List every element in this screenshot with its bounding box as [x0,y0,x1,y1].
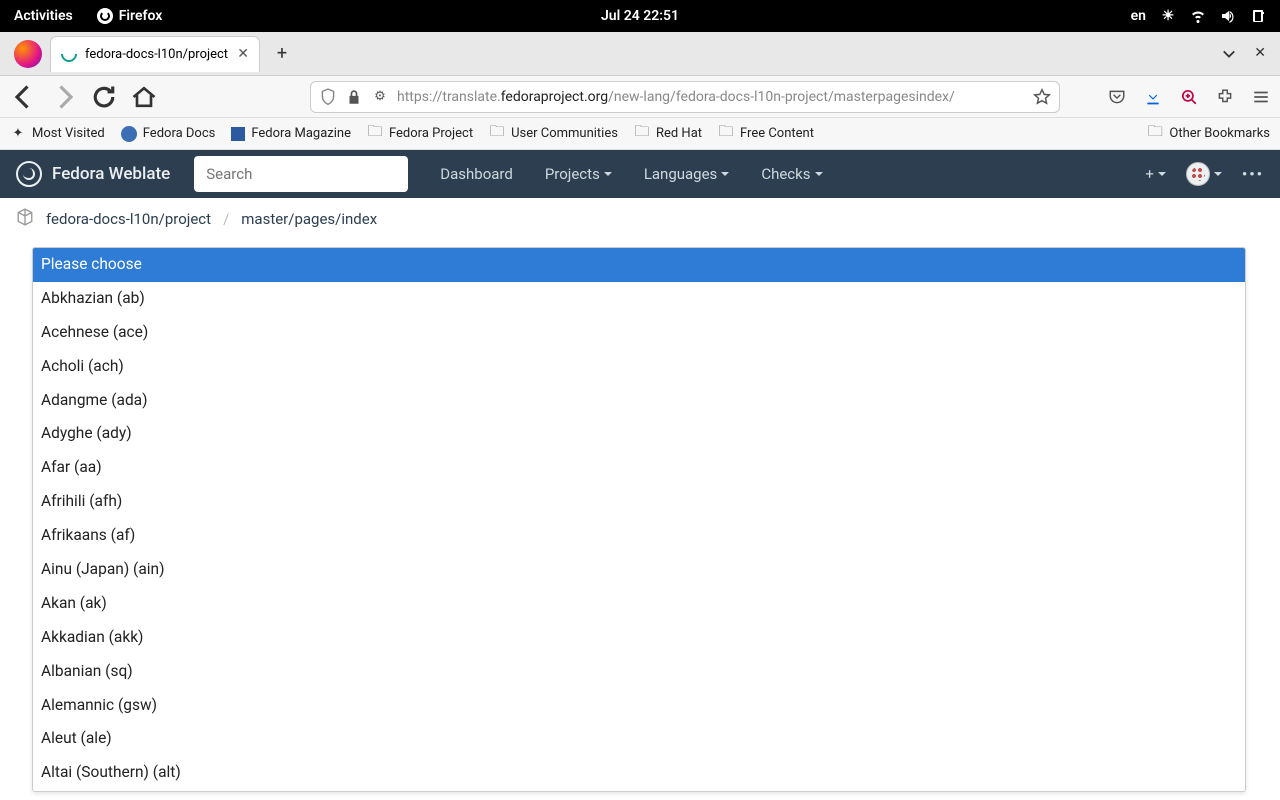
caret-down-icon [1158,172,1166,176]
shield-icon[interactable] [319,88,337,106]
permissions-icon[interactable]: ⚙ [371,88,389,106]
downloads-icon[interactable] [1144,88,1162,106]
wifi-icon[interactable] [1190,8,1206,24]
dropdown-placeholder[interactable]: Please choose [33,248,1245,282]
breadcrumb: fedora-docs-l10n/project / master/pages/… [0,198,1280,240]
tab-strip: fedora-docs-l10n/project ✕ + ✕ [0,32,1280,76]
clock[interactable]: Jul 24 22:51 [601,8,679,24]
bookmark-most-visited[interactable]: ✦Most Visited [10,126,105,142]
dropdown-option[interactable]: Akan (ak) [33,587,1245,621]
dropdown-option[interactable]: Altai (Southern) (alt) [33,756,1245,790]
back-button[interactable] [10,83,38,111]
menu-icon[interactable] [1252,88,1270,106]
caret-down-icon [721,172,729,176]
power-icon[interactable] [1250,8,1266,24]
lock-icon[interactable] [345,88,363,106]
weblate-nav: Fedora Weblate Dashboard Projects Langua… [0,150,1280,198]
bookmark-fedora-project[interactable]: Fedora Project [367,126,473,142]
brightness-icon[interactable]: ☀ [1160,8,1176,24]
url-bar[interactable]: ⚙ https://translate.fedoraproject.org/ne… [310,81,1060,113]
caret-down-icon [1214,172,1222,176]
url-text: https://translate.fedoraproject.org/new-… [397,89,1025,105]
dropdown-option[interactable]: Afrikaans (af) [33,519,1245,553]
bookmark-other[interactable]: Other Bookmarks [1147,126,1270,142]
bookmark-star-icon[interactable] [1033,88,1051,106]
user-menu[interactable] [1186,162,1222,186]
firefox-icon [97,8,113,24]
caret-down-icon [604,172,612,176]
dropdown-option[interactable]: Acholi (ach) [33,350,1245,384]
dropdown-option[interactable]: Abkhazian (ab) [33,282,1245,316]
window-close-icon[interactable]: ✕ [1254,45,1266,63]
dropdown-option[interactable]: Albanian (sq) [33,655,1245,689]
breadcrumb-project[interactable]: fedora-docs-l10n/project [46,210,211,228]
dropdown-option[interactable]: Akkadian (akk) [33,621,1245,655]
reload-button[interactable] [90,83,118,111]
dropdown-option[interactable]: Amharic (am) [33,790,1245,792]
dropdown-option[interactable]: Ainu (Japan) (ain) [33,553,1245,587]
zoom-icon[interactable] [1180,88,1198,106]
caret-down-icon [815,172,823,176]
bookmark-red-hat[interactable]: Red Hat [634,126,702,142]
home-button[interactable] [130,83,158,111]
bookmark-free-content[interactable]: Free Content [718,126,814,142]
bookmark-fedora-docs[interactable]: Fedora Docs [121,126,216,142]
new-tab-button[interactable]: + [268,40,296,68]
gnome-top-bar: Activities Firefox Jul 24 22:51 en ☀ [0,0,1280,32]
weblate-favicon [58,43,81,66]
nav-dashboard[interactable]: Dashboard [424,165,529,183]
breadcrumb-component[interactable]: master/pages/index [241,210,377,228]
forward-button [50,83,78,111]
dropdown-option[interactable]: Adyghe (ady) [33,417,1245,451]
tab-title: fedora-docs-l10n/project [85,47,228,62]
nav-languages[interactable]: Languages [628,165,746,183]
weblate-logo-icon [16,161,42,187]
dropdown-option[interactable]: Acehnese (ace) [33,316,1245,350]
input-language[interactable]: en [1131,8,1146,24]
tab-close-icon[interactable]: ✕ [237,46,249,62]
nav-checks[interactable]: Checks [745,165,838,183]
volume-icon[interactable] [1220,8,1236,24]
dropdown-option[interactable]: Aleut (ale) [33,722,1245,756]
language-dropdown[interactable]: Please choose Abkhazian (ab)Acehnese (ac… [32,247,1246,792]
nav-projects[interactable]: Projects [529,165,628,183]
dropdown-option[interactable]: Adangme (ada) [33,384,1245,418]
search-input[interactable] [194,156,408,192]
bookmark-fedora-magazine[interactable]: Fedora Magazine [231,126,351,141]
activities-button[interactable]: Activities [14,8,73,24]
more-menu-icon[interactable]: ••• [1242,165,1264,183]
extensions-icon[interactable] [1216,88,1234,106]
weblate-brand[interactable]: Fedora Weblate [16,161,170,187]
breadcrumb-separator: / [223,210,229,228]
avatar-icon [1186,162,1210,186]
pocket-icon[interactable] [1108,88,1126,106]
dropdown-option[interactable]: Afrihili (afh) [33,485,1245,519]
dropdown-option[interactable]: Alemannic (gsw) [33,689,1245,723]
cube-icon [16,208,34,230]
browser-tab[interactable]: fedora-docs-l10n/project ✕ [50,36,260,72]
tabs-dropdown-icon[interactable] [1222,45,1236,63]
add-button[interactable]: + [1145,165,1166,183]
firefox-app-indicator[interactable]: Firefox [97,8,163,24]
bookmarks-bar: ✦Most Visited Fedora Docs Fedora Magazin… [0,118,1280,150]
bookmark-user-communities[interactable]: User Communities [489,126,618,142]
browser-toolbar: ⚙ https://translate.fedoraproject.org/ne… [0,76,1280,118]
firefox-app-icon [14,40,42,68]
dropdown-option[interactable]: Afar (aa) [33,451,1245,485]
